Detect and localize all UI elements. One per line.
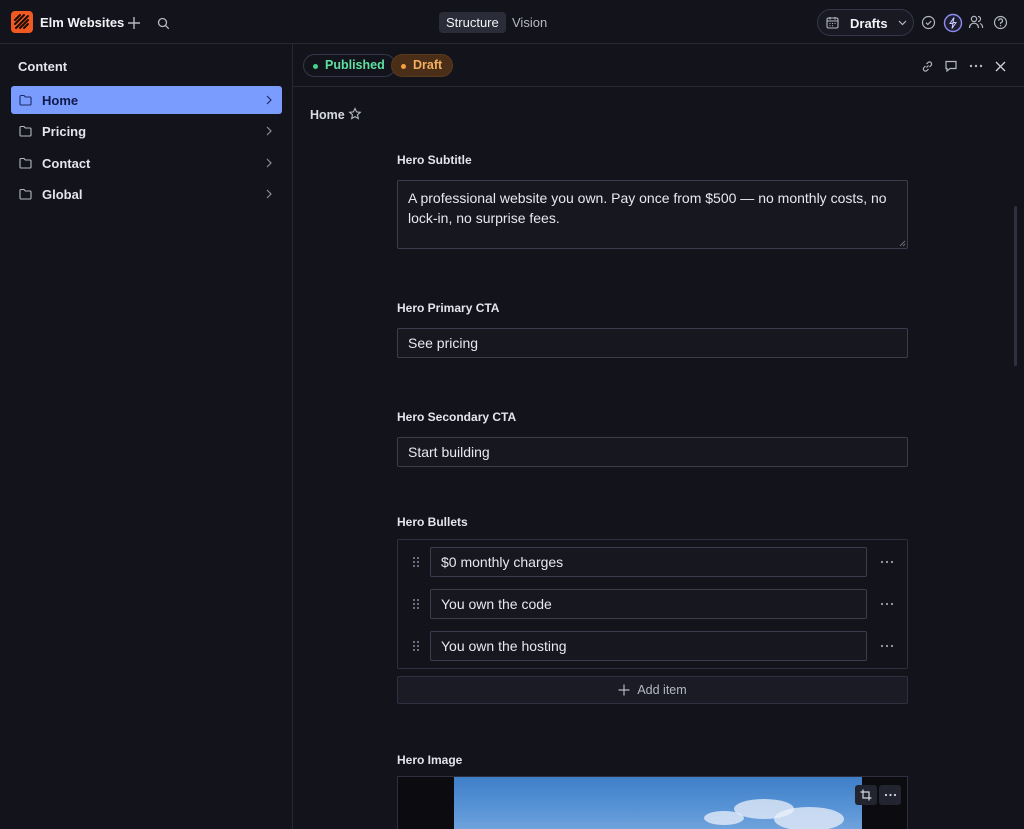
folder-icon [19,94,32,106]
drag-handle-icon[interactable] [412,640,420,652]
folder-icon [19,157,32,169]
hero-subtitle-textarea[interactable]: A professional website you own. Pay once… [397,180,908,249]
cloud [774,807,844,829]
published-dot [313,64,318,69]
close-icon [995,61,1005,71]
published-status-badge[interactable]: Published [303,54,396,77]
hero-subtitle-label: Hero Subtitle [397,153,472,167]
cloud [704,811,744,825]
plus-icon [618,684,630,696]
sidebar-item-pricing[interactable]: Pricing [11,117,282,145]
create-new-button[interactable] [125,14,143,32]
sidebar-item-label: Global [42,187,83,202]
add-item-button[interactable]: Add item [397,676,908,704]
chevron-right-icon [266,158,272,168]
draft-label: Draft [413,58,443,72]
top-bar: Elm Websites Structure Vision Drafts [0,0,1024,44]
add-item-label: Add item [637,683,687,697]
help-circle-icon [993,15,1008,30]
plus-icon [128,17,140,29]
ellipsis-icon [969,64,983,68]
chevron-right-icon [266,189,272,199]
draft-dot [401,64,406,69]
search-button[interactable] [154,14,172,32]
crop-button[interactable] [855,785,877,805]
sidebar-item-label: Pricing [42,124,87,139]
document-header: Published Draft [293,44,1024,87]
comment-icon [945,60,957,73]
users-icon [968,15,984,29]
drag-handle-icon[interactable] [412,556,420,568]
ellipsis-icon[interactable] [880,644,894,648]
ellipsis-icon [884,793,896,797]
sidebar-title: Content [18,59,68,74]
ellipsis-icon[interactable] [880,602,894,606]
ellipsis-icon[interactable] [880,560,894,564]
app-title[interactable]: Elm Websites [40,15,124,30]
chevron-down-icon [898,20,907,26]
hero-image-label: Hero Image [397,753,463,767]
perspective-label: Drafts [850,16,888,31]
comments-button[interactable] [943,58,959,74]
crop-icon [860,789,872,801]
sidebar-item-global[interactable]: Global [11,180,282,208]
hero-bullet-input[interactable]: $0 monthly charges [430,547,867,577]
help-button[interactable] [992,14,1009,31]
hero-image-sky [454,777,862,829]
chevron-right-icon [266,95,272,105]
resize-handle-icon[interactable] [899,240,906,247]
published-label: Published [325,58,385,72]
tab-vision[interactable]: Vision [505,12,554,33]
hero-image-preview[interactable] [397,776,908,829]
sidebar-item-home[interactable]: Home [11,86,282,114]
calendar-icon [826,17,839,29]
sidebar-item-contact[interactable]: Contact [11,149,282,177]
document-menu-button[interactable] [968,58,984,74]
draft-status-badge[interactable]: Draft [391,54,454,77]
check-circle-icon [921,15,936,30]
hero-bullets-label: Hero Bullets [397,515,468,529]
elm-logo-icon[interactable] [11,11,33,33]
hero-secondary-cta-input[interactable]: Start building [397,437,908,467]
hero-primary-cta-label: Hero Primary CTA [397,301,500,315]
scrollbar-thumb[interactable] [1014,206,1017,366]
hero-secondary-cta-label: Hero Secondary CTA [397,410,517,424]
perspective-dropdown[interactable]: Drafts [817,9,914,36]
presence-button[interactable] [967,13,985,31]
ai-assist-button[interactable] [942,12,963,33]
link-icon [922,60,932,72]
copy-link-button[interactable] [919,58,935,74]
hero-bullet-input[interactable]: You own the hosting [430,631,867,661]
document-breadcrumb: Home [310,108,345,122]
image-menu-button[interactable] [879,785,901,805]
tab-structure[interactable]: Structure [439,12,506,33]
search-icon [157,17,169,29]
hero-bullet-input[interactable]: You own the code [430,589,867,619]
content-sidebar: Content Home Pricing Contact Global [0,44,293,829]
tasks-button[interactable] [920,14,937,31]
sidebar-item-label: Contact [42,156,91,171]
drag-handle-icon[interactable] [412,598,420,610]
chevron-right-icon [266,126,272,136]
folder-icon [19,188,32,200]
sidebar-item-label: Home [42,93,79,108]
bolt-circle-icon [943,13,962,32]
star-icon[interactable] [348,107,362,121]
close-pane-button[interactable] [992,58,1008,74]
hero-primary-cta-input[interactable]: See pricing [397,328,908,358]
folder-icon [19,125,32,137]
